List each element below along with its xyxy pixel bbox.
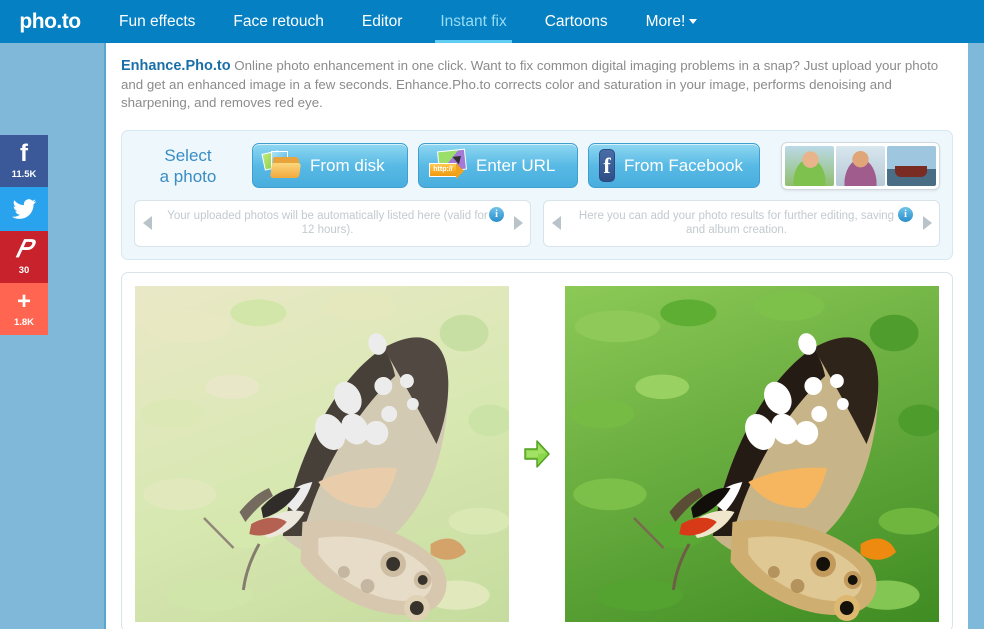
facebook-square-icon: f <box>599 149 615 182</box>
page-description: Enhance.Pho.to Online photo enhancement … <box>106 43 968 113</box>
main-content: Enhance.Pho.to Online photo enhancement … <box>104 43 968 629</box>
site-logo[interactable]: pho.to <box>0 0 100 43</box>
share-twitter-button[interactable] <box>0 187 48 231</box>
share-facebook-button[interactable]: f 11.5K <box>0 135 48 187</box>
from-facebook-label: From Facebook <box>623 155 743 175</box>
from-disk-label: From disk <box>310 155 385 175</box>
results-carousel-text: Here you can add your photo results for … <box>578 210 895 236</box>
right-gutter <box>968 43 984 629</box>
select-label-line2: a photo <box>159 166 217 186</box>
nav-item-cartoons[interactable]: Cartoons <box>526 0 627 43</box>
select-label-line1: Select <box>164 145 212 165</box>
pinterest-icon: 𝑃 <box>16 237 32 263</box>
from-disk-button[interactable]: From disk <box>252 143 408 188</box>
after-photo-scene <box>564 285 939 622</box>
chevron-left-icon <box>551 216 561 230</box>
nav-label: Cartoons <box>544 12 608 30</box>
folder-photos-icon <box>261 149 302 181</box>
butterfly-illustration <box>565 286 939 622</box>
facebook-icon: f <box>20 140 28 167</box>
after-photo[interactable] <box>564 285 939 622</box>
nav-item-instant-fix[interactable]: Instant fix <box>421 0 525 43</box>
uploaded-photos-carousel: Your uploaded photos will be automatical… <box>134 199 531 247</box>
before-after-card <box>121 271 953 629</box>
nav-label: Face retouch <box>233 12 324 30</box>
sample-photo-woman[interactable] <box>785 145 834 186</box>
uploaded-carousel-prev[interactable] <box>135 216 159 230</box>
nav-item-fun-effects[interactable]: Fun effects <box>100 0 214 43</box>
carousels-row: Your uploaded photos will be automatical… <box>134 199 940 247</box>
page-description-body: Online photo enhancement in one click. W… <box>121 58 939 110</box>
facebook-share-count: 11.5K <box>11 169 37 180</box>
select-photo-row: Select a photo From disk http:// Enter U… <box>134 141 940 190</box>
nav-label: Fun effects <box>119 12 196 30</box>
main-nav: Fun effects Face retouch Editor Instant … <box>100 0 716 43</box>
butterfly-illustration <box>135 286 509 622</box>
transform-arrow <box>509 286 564 622</box>
results-carousel: Here you can add your photo results for … <box>543 199 940 247</box>
left-rail: f 11.5K 𝑃 30 + 1.8K <box>0 43 104 629</box>
enter-url-label: Enter URL <box>476 155 556 175</box>
nav-item-editor[interactable]: Editor <box>343 0 422 43</box>
uploaded-carousel-text: Your uploaded photos will be automatical… <box>167 210 488 236</box>
arrow-right-icon <box>524 439 550 468</box>
before-photo[interactable] <box>135 285 510 622</box>
pinterest-share-count: 30 <box>18 265 30 276</box>
social-share-bar: f 11.5K 𝑃 30 + 1.8K <box>0 135 48 335</box>
page-title: Enhance.Pho.to <box>121 58 231 74</box>
enter-url-button[interactable]: http:// Enter URL <box>418 143 578 188</box>
nav-label: Instant fix <box>440 12 507 30</box>
nav-item-face-retouch[interactable]: Face retouch <box>214 0 342 43</box>
nav-item-more[interactable]: More! <box>627 0 717 43</box>
results-carousel-info-icon[interactable]: i <box>898 206 913 222</box>
sample-photo-man[interactable] <box>836 145 885 186</box>
chevron-right-icon <box>922 216 932 230</box>
nav-label: Editor <box>361 12 403 30</box>
before-photo-scene <box>135 285 510 622</box>
uploaded-carousel-info-icon[interactable]: i <box>489 206 504 222</box>
share-more-button[interactable]: + 1.8K <box>0 283 48 335</box>
sample-photo-ship[interactable] <box>887 145 936 186</box>
select-photo-panel: Select a photo From disk http:// Enter U… <box>121 129 953 260</box>
chevron-left-icon <box>142 216 152 230</box>
nav-label: More! <box>645 12 686 30</box>
results-carousel-prev[interactable] <box>544 216 568 230</box>
uploaded-carousel-next[interactable] <box>506 216 530 230</box>
select-photo-label: Select a photo <box>134 145 242 187</box>
twitter-icon <box>12 199 36 219</box>
chevron-right-icon <box>513 216 523 230</box>
plus-icon: + <box>16 288 31 315</box>
page-root: pho.to Fun effects Face retouch Editor I… <box>0 0 984 629</box>
share-count: 1.8K <box>13 317 35 328</box>
chevron-down-icon <box>689 19 698 24</box>
results-carousel-next[interactable] <box>915 216 939 230</box>
top-navigation-bar: pho.to Fun effects Face retouch Editor I… <box>0 0 984 43</box>
from-facebook-button[interactable]: f From Facebook <box>588 143 760 188</box>
url-link-icon: http:// <box>429 148 469 182</box>
share-pinterest-button[interactable]: 𝑃 30 <box>0 231 48 283</box>
sample-photos-strip <box>781 141 940 190</box>
